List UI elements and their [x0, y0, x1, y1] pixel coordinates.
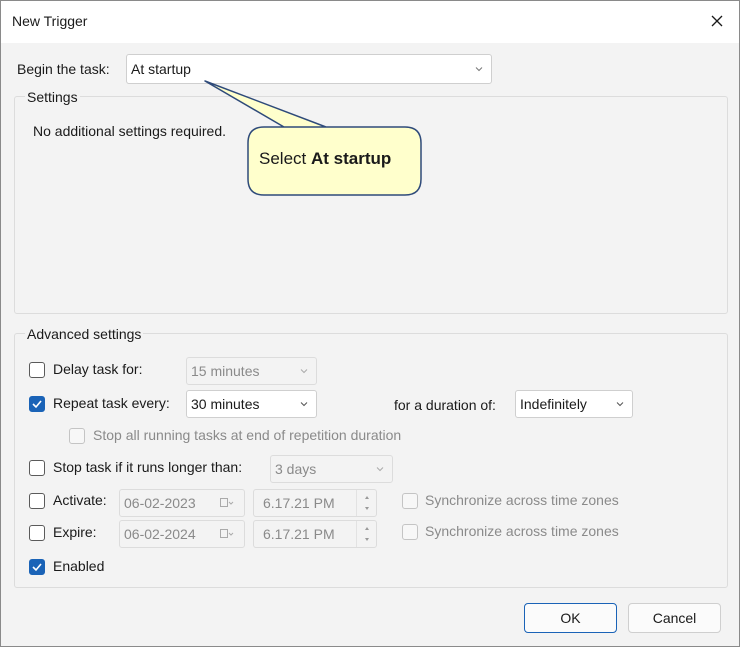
- stop-repetition-label: Stop all running tasks at end of repetit…: [93, 427, 402, 443]
- delay-task-select[interactable]: 15 minutes: [186, 357, 317, 385]
- stop-longer-value: 3 days: [275, 461, 317, 477]
- callout-text: Select At startup: [259, 149, 391, 169]
- activate-date-value: 06-02-2023: [124, 495, 196, 511]
- activate-time-spinner[interactable]: [356, 490, 376, 516]
- close-button[interactable]: [701, 8, 733, 36]
- stop-repetition-checkbox[interactable]: [69, 428, 85, 444]
- calendar-icon: [220, 498, 234, 507]
- begin-task-select[interactable]: At startup: [126, 54, 492, 84]
- window-title: New Trigger: [12, 13, 88, 29]
- repeat-task-label: Repeat task every:: [53, 395, 170, 411]
- delay-task-checkbox[interactable]: [29, 362, 45, 378]
- delay-task-label: Delay task for:: [53, 361, 143, 377]
- expire-date-value: 06-02-2024: [124, 526, 196, 542]
- expire-time-picker[interactable]: 6.17.21 PM: [253, 520, 377, 548]
- expire-sync-label: Synchronize across time zones: [425, 523, 619, 539]
- expire-date-picker[interactable]: 06-02-2024: [119, 520, 245, 548]
- activate-checkbox[interactable]: [29, 493, 45, 509]
- expire-checkbox[interactable]: [29, 525, 45, 541]
- chevron-down-icon: [376, 467, 384, 472]
- activate-sync-checkbox[interactable]: [402, 493, 418, 509]
- callout-prefix: Select: [259, 149, 311, 168]
- enabled-label: Enabled: [53, 558, 105, 574]
- expire-time-value: 6.17.21 PM: [263, 526, 335, 542]
- expire-label: Expire:: [53, 524, 97, 540]
- expire-time-spinner[interactable]: [356, 521, 376, 547]
- title-bar: New Trigger: [1, 1, 739, 43]
- enabled-checkbox[interactable]: [29, 559, 45, 575]
- chevron-down-icon: [616, 402, 624, 407]
- repeat-task-value: 30 minutes: [191, 396, 260, 412]
- delay-task-value: 15 minutes: [191, 363, 260, 379]
- repeat-task-select[interactable]: 30 minutes: [186, 390, 317, 418]
- expire-sync-checkbox[interactable]: [402, 524, 418, 540]
- chevron-down-icon: [300, 402, 308, 407]
- ok-button[interactable]: OK: [524, 603, 617, 633]
- activate-sync-label: Synchronize across time zones: [425, 492, 619, 508]
- activate-date-picker[interactable]: 06-02-2023: [119, 489, 245, 517]
- settings-group-title: Settings: [25, 89, 80, 105]
- begin-task-value: At startup: [131, 61, 191, 77]
- repeat-task-checkbox[interactable]: [29, 396, 45, 412]
- callout-emphasis: At startup: [310, 149, 392, 168]
- activate-label: Activate:: [53, 492, 107, 508]
- checkmark-icon: [32, 400, 42, 409]
- stop-longer-select[interactable]: 3 days: [270, 455, 393, 483]
- checkmark-icon: [32, 563, 42, 572]
- cancel-button[interactable]: Cancel: [628, 603, 721, 633]
- calendar-icon: [220, 529, 234, 538]
- stop-longer-checkbox[interactable]: [29, 460, 45, 476]
- chevron-down-icon: [475, 67, 483, 72]
- stop-longer-label: Stop task if it runs longer than:: [53, 459, 243, 475]
- close-icon: [711, 15, 723, 27]
- settings-message: No additional settings required.: [33, 123, 227, 139]
- activate-time-value: 6.17.21 PM: [263, 495, 335, 511]
- activate-time-picker[interactable]: 6.17.21 PM: [253, 489, 377, 517]
- spinner-arrows-icon: [365, 496, 369, 510]
- begin-task-label: Begin the task:: [17, 61, 110, 77]
- chevron-down-icon: [300, 369, 308, 374]
- duration-select[interactable]: Indefinitely: [515, 390, 633, 418]
- new-trigger-dialog: New Trigger Begin the task: At startup S…: [0, 0, 740, 647]
- duration-label: for a duration of:: [394, 397, 496, 413]
- advanced-settings-title: Advanced settings: [25, 326, 144, 342]
- duration-value: Indefinitely: [520, 396, 587, 412]
- spinner-arrows-icon: [365, 527, 369, 541]
